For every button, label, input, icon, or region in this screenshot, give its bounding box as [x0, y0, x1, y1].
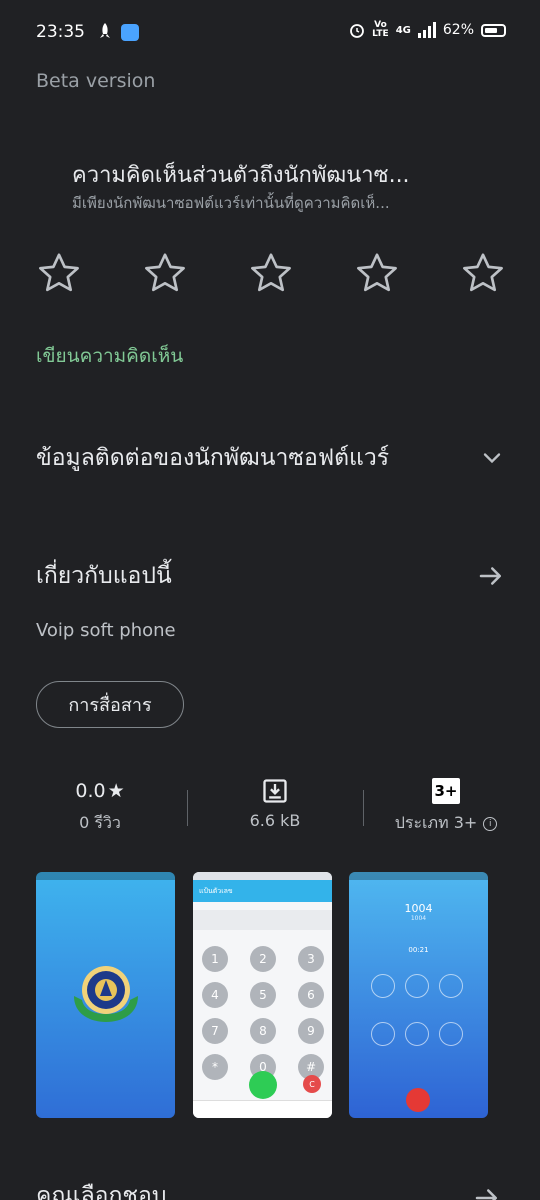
delete-icon: C: [303, 1075, 321, 1093]
call-number: 1004: [404, 902, 433, 915]
status-bar: 23:35 Vo LTE 4G 62%: [0, 0, 540, 64]
chevron-down-icon[interactable]: [478, 444, 506, 472]
app-stats: 0.0 ★ 0 รีวิว 6.6 kB 3+ ประเภท 3+ i: [36, 776, 516, 840]
beta-label: Beta version: [36, 70, 156, 92]
download-icon: [263, 779, 287, 803]
key-4: 4: [202, 982, 228, 1008]
write-review-link[interactable]: เขียนความคิดเห็น: [36, 341, 183, 371]
screenshot-1[interactable]: [36, 872, 175, 1118]
review-subtitle: มีเพียงนักพัฒนาซอฟต์แวร์เท่านั้นที่ดูควา…: [72, 194, 390, 212]
transfer-icon: [371, 1022, 395, 1046]
app-logo-icon: [74, 966, 138, 1022]
hangup-icon: [406, 1088, 430, 1112]
arrow-right-icon[interactable]: [472, 1183, 502, 1200]
status-time: 23:35: [36, 22, 85, 42]
age-badge: 3+: [432, 778, 460, 804]
star-1-icon[interactable]: [36, 250, 82, 296]
key-6: 6: [298, 982, 324, 1008]
battery-percent: 62%: [442, 22, 474, 38]
key-1: 1: [202, 946, 228, 972]
category-chip[interactable]: การสื่อสาร: [36, 681, 184, 728]
key-8: 8: [250, 1018, 276, 1044]
rating-star-icon: ★: [107, 780, 125, 802]
message-icon: [439, 1022, 463, 1046]
call-timer: 00:21: [408, 946, 429, 954]
screenshot-3[interactable]: 1004 1004 00:21: [349, 872, 488, 1118]
dialpad-icon: [371, 974, 395, 998]
dialpad-actions: C: [193, 1071, 332, 1099]
rating-value: 0.0: [75, 780, 106, 802]
speaker-icon: [439, 974, 463, 998]
dialpad-nav: [193, 1100, 332, 1118]
mute-icon: [405, 974, 429, 998]
call-subnumber: 1004: [410, 915, 427, 922]
about-description: Voip soft phone: [36, 620, 176, 641]
status-right: Vo LTE 4G 62%: [349, 21, 506, 39]
signal-icon: [417, 22, 436, 38]
key-5: 5: [250, 982, 276, 1008]
battery-icon: [481, 23, 506, 37]
about-app-title: เกี่ยวกับแอปนี้: [36, 563, 172, 589]
key-3: 3: [298, 946, 324, 972]
bottom-section-title: คุณเลือกชอบ: [36, 1183, 167, 1200]
stat-divider: [363, 790, 364, 826]
key-2: 2: [250, 946, 276, 972]
review-count: 0 รีวิว: [79, 813, 121, 832]
age-label: ประเภท 3+: [394, 813, 478, 832]
size-stat: 6.6 kB: [215, 776, 335, 830]
key-7: 7: [202, 1018, 228, 1044]
alarm-icon: [350, 24, 365, 38]
key-9: 9: [298, 1018, 324, 1044]
info-icon[interactable]: i: [483, 816, 498, 831]
star-4-icon[interactable]: [354, 250, 400, 296]
dialpad-header: แป้นตัวเลข: [193, 880, 332, 902]
star-2-icon[interactable]: [142, 250, 188, 296]
developer-contact-title: ข้อมูลติดต่อของนักพัฒนาซอฟต์แวร์: [36, 445, 390, 471]
review-title: ความคิดเห็นส่วนตัวถึงนักพัฒนาซ...: [72, 163, 410, 188]
app-size: 6.6 kB: [249, 811, 301, 830]
arrow-right-icon[interactable]: [476, 561, 506, 591]
rating-stars: [36, 250, 506, 296]
hold-icon: [405, 1022, 429, 1046]
age-rating-stat[interactable]: 3+ ประเภท 3+ i: [379, 776, 513, 836]
screenshot-2[interactable]: แป้นตัวเลข 1 2 3 4 5 6 7 8 9 * 0 # C: [193, 872, 332, 1118]
call-controls: [371, 974, 463, 1046]
call-icon: [249, 1071, 277, 1099]
developer-contact-section[interactable]: ข้อมูลติดต่อของนักพัฒนาซอฟต์แวร์: [36, 440, 506, 476]
star-5-icon[interactable]: [460, 250, 506, 296]
star-3-icon[interactable]: [248, 250, 294, 296]
network-type: 4G: [395, 24, 411, 36]
android-icon: [121, 24, 139, 41]
keypad: 1 2 3 4 5 6 7 8 9 * 0 #: [201, 946, 325, 1080]
rating-stat[interactable]: 0.0 ★ 0 รีวิว: [36, 776, 164, 836]
volte-indicator: Vo LTE: [372, 20, 389, 39]
about-app-section[interactable]: เกี่ยวกับแอปนี้: [36, 558, 506, 594]
rocket-icon: [100, 23, 110, 38]
stat-divider: [187, 790, 188, 826]
